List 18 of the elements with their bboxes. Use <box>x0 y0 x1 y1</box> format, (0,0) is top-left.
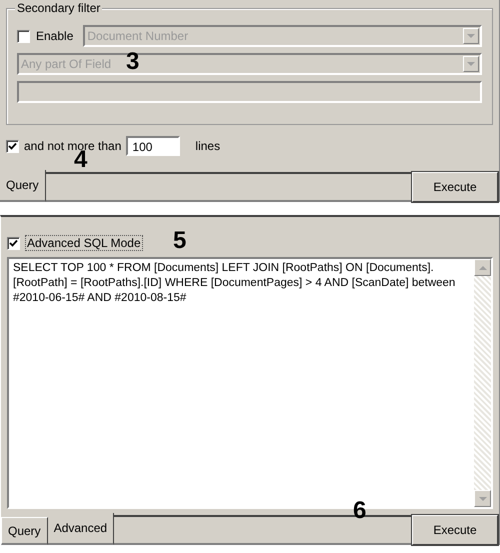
checkbox-label: Enable <box>36 29 74 43</box>
scrollbar[interactable] <box>474 259 491 507</box>
checkbox[interactable] <box>7 236 20 250</box>
checkbox-label: Advanced SQL Mode <box>26 236 142 250</box>
scroll-up-icon[interactable] <box>474 259 491 276</box>
tab[interactable]: Query <box>1 517 48 545</box>
group-title: Secondary filter <box>15 1 102 15</box>
scroll-down-icon[interactable] <box>474 490 491 507</box>
tab[interactable]: Advanced <box>48 513 114 545</box>
execute-button[interactable]: Execute <box>412 515 498 545</box>
annotation-number: 3 <box>126 50 140 74</box>
checkbox[interactable] <box>6 140 19 152</box>
tab[interactable]: Query <box>0 170 46 202</box>
checkbox[interactable] <box>17 30 30 42</box>
limit-field[interactable]: 100 <box>126 136 180 156</box>
unit-label: lines <box>195 139 220 153</box>
execute-button[interactable]: Execute <box>412 172 498 202</box>
annotation-number: 5 <box>173 229 186 253</box>
